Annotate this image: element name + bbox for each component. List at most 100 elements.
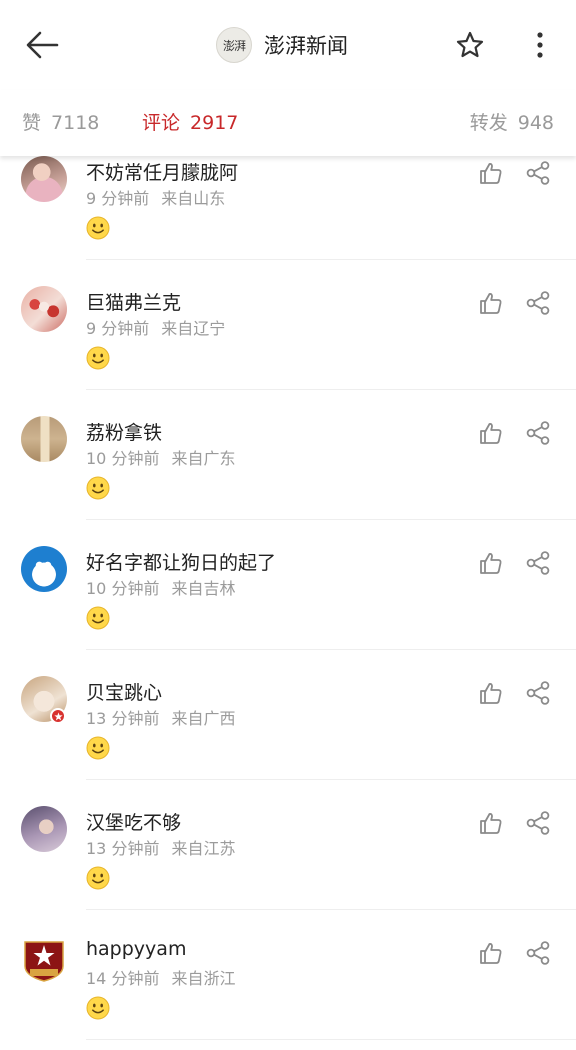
like-button[interactable] (478, 160, 504, 186)
comment-item: 好名字都让狗日的起了 10 分钟前 来自吉林 (0, 520, 576, 650)
comment-time: 10 分钟前 (86, 579, 160, 598)
smile-emoji-icon (86, 996, 110, 1020)
smile-emoji-icon (86, 866, 110, 890)
share-icon (526, 941, 550, 965)
smile-emoji-icon (86, 606, 110, 630)
shield-emblem-icon (24, 941, 64, 982)
smile-emoji-icon (86, 346, 110, 370)
share-icon (526, 291, 550, 315)
verified-badge-icon (50, 708, 66, 724)
like-button[interactable] (478, 550, 504, 576)
back-arrow-icon (26, 31, 59, 59)
comment-location: 来自广西 (171, 709, 236, 728)
avatar-red-decoration[interactable] (21, 286, 67, 332)
comment-author-name[interactable]: happyyam (86, 938, 186, 960)
favorite-button[interactable] (452, 27, 488, 63)
comment-time: 9 分钟前 (86, 319, 150, 338)
smile-emoji-icon (86, 736, 110, 760)
comment-meta: 13 分钟前 来自广西 (86, 705, 235, 729)
comment-meta: 10 分钟前 来自吉林 (86, 575, 235, 599)
reposts-count: 948 (517, 112, 554, 134)
comment-meta: 9 分钟前 来自山东 (86, 185, 225, 209)
comment-author-name[interactable]: 巨猫弗兰克 (86, 288, 181, 315)
thumbs-up-icon (480, 423, 502, 444)
smile-emoji-icon (86, 476, 110, 500)
share-button[interactable] (525, 940, 551, 966)
likes-count: 7118 (51, 112, 100, 134)
avatar-doraemon[interactable] (21, 546, 67, 592)
comment-meta: 9 分钟前 来自辽宁 (86, 315, 225, 339)
tab-comments[interactable]: 评论 2917 (142, 108, 238, 135)
thumbs-up-icon (480, 293, 502, 314)
comment-author-name[interactable]: 贝宝跳心 (86, 678, 162, 705)
more-button[interactable] (524, 27, 556, 63)
avatar-girl-pink[interactable] (21, 156, 67, 202)
comment-time: 9 分钟前 (86, 189, 150, 208)
comment-author-name[interactable]: 汉堡吃不够 (86, 808, 181, 835)
share-button[interactable] (525, 680, 551, 706)
comment-meta: 14 分钟前 来自浙江 (86, 965, 235, 989)
brand-name: 澎湃新闻 (264, 34, 348, 58)
comment-item: 荔粉拿铁 10 分钟前 来自广东 (0, 390, 576, 520)
tab-reposts[interactable]: 转发 948 (470, 108, 554, 135)
comment-list-inner: 不妨常任月朦胧阿 9 分钟前 来自山东 巨猫弗兰克 9 分钟前 来自辽宁 荔粉拿… (0, 156, 576, 1040)
reposts-label: 转发 (469, 112, 508, 134)
share-icon (526, 421, 550, 445)
likes-label: 赞 (22, 112, 42, 134)
comment-item: 贝宝跳心 13 分钟前 来自广西 (0, 650, 576, 780)
comment-location: 来自浙江 (171, 969, 236, 988)
share-button[interactable] (525, 810, 551, 836)
top-bar: 澎湃 澎湃新闻 (0, 0, 576, 90)
thumbs-up-icon (480, 553, 502, 574)
comment-item: 不妨常任月朦胧阿 9 分钟前 来自山东 (0, 156, 576, 260)
comment-time: 13 分钟前 (86, 839, 160, 858)
comment-time: 10 分钟前 (86, 449, 160, 468)
comments-count: 2917 (190, 112, 239, 134)
comment-time: 13 分钟前 (86, 709, 160, 728)
comment-meta: 10 分钟前 来自广东 (86, 445, 235, 469)
comment-author-name[interactable]: 不妨常任月朦胧阿 (86, 158, 238, 185)
brand-logo: 澎湃 (216, 27, 252, 63)
comment-location: 来自山东 (161, 189, 226, 208)
avatar-red-shield[interactable] (21, 936, 67, 982)
smile-emoji-icon (86, 216, 110, 240)
thumbs-up-icon (480, 943, 502, 964)
share-icon (526, 161, 550, 185)
share-button[interactable] (525, 160, 551, 186)
like-button[interactable] (478, 420, 504, 446)
comment-item: 巨猫弗兰克 9 分钟前 来自辽宁 (0, 260, 576, 390)
like-button[interactable] (478, 680, 504, 706)
tab-likes[interactable]: 赞 7118 (22, 108, 99, 135)
like-button[interactable] (478, 810, 504, 836)
comment-author-name[interactable]: 好名字都让狗日的起了 (86, 548, 276, 575)
more-vertical-icon (537, 32, 543, 58)
back-button[interactable] (22, 27, 62, 63)
comment-location: 来自辽宁 (161, 319, 226, 338)
thumbs-up-icon (480, 683, 502, 704)
like-button[interactable] (478, 940, 504, 966)
comment-location: 来自广东 (171, 449, 236, 468)
comment-location: 来自吉林 (171, 579, 236, 598)
comment-divider (86, 1039, 576, 1040)
brand[interactable]: 澎湃 澎湃新闻 (216, 26, 348, 64)
share-icon (526, 811, 550, 835)
star-icon (456, 31, 484, 58)
thumbs-up-icon (480, 163, 502, 184)
share-button[interactable] (525, 290, 551, 316)
comments-label: 评论 (142, 112, 181, 134)
share-button[interactable] (525, 550, 551, 576)
stats-bar: 赞 7118 评论 2917 转发 948 (0, 90, 576, 156)
comment-meta: 13 分钟前 来自江苏 (86, 835, 235, 859)
comment-list[interactable]: 不妨常任月朦胧阿 9 分钟前 来自山东 巨猫弗兰克 9 分钟前 来自辽宁 荔粉拿… (0, 156, 576, 1050)
avatar-bottle-tan[interactable] (21, 416, 67, 462)
share-icon (526, 681, 550, 705)
comment-location: 来自江苏 (171, 839, 236, 858)
thumbs-up-icon (480, 813, 502, 834)
share-icon (526, 551, 550, 575)
avatar-purple-person[interactable] (21, 806, 67, 852)
share-button[interactable] (525, 420, 551, 446)
like-button[interactable] (478, 290, 504, 316)
comment-item: 汉堡吃不够 13 分钟前 来自江苏 (0, 780, 576, 910)
comment-author-name[interactable]: 荔粉拿铁 (86, 418, 162, 445)
comment-item: happyyam 14 分钟前 来自浙江 (0, 910, 576, 1040)
